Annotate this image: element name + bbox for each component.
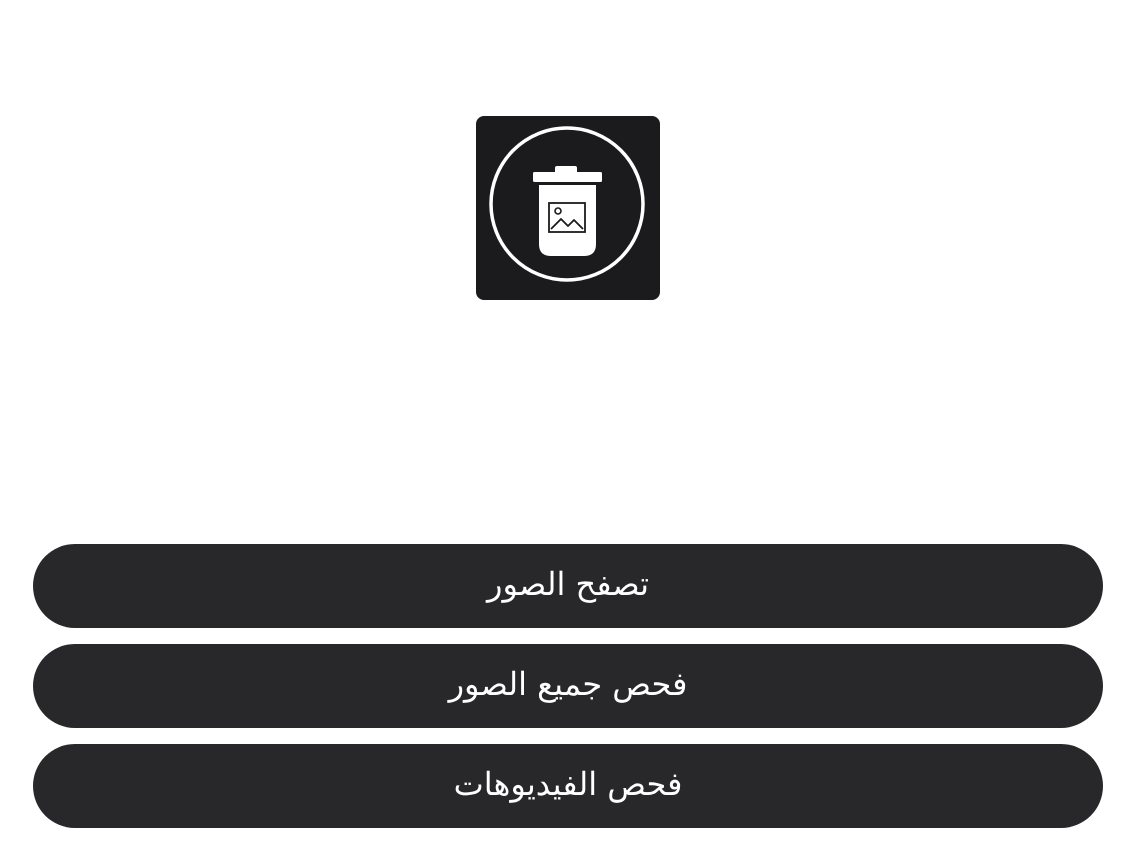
app-logo — [476, 116, 660, 300]
scan-all-photos-button[interactable]: فحص جميع الصور — [33, 644, 1103, 728]
scan-videos-label: فحص الفيديوهات — [453, 765, 683, 803]
browse-photos-button[interactable]: تصفح الصور — [33, 544, 1103, 628]
scan-videos-button[interactable]: فحص الفيديوهات — [33, 744, 1103, 828]
trash-photo-icon — [489, 126, 645, 282]
scan-all-photos-label: فحص جميع الصور — [448, 665, 688, 703]
browse-photos-label: تصفح الصور — [486, 565, 650, 603]
